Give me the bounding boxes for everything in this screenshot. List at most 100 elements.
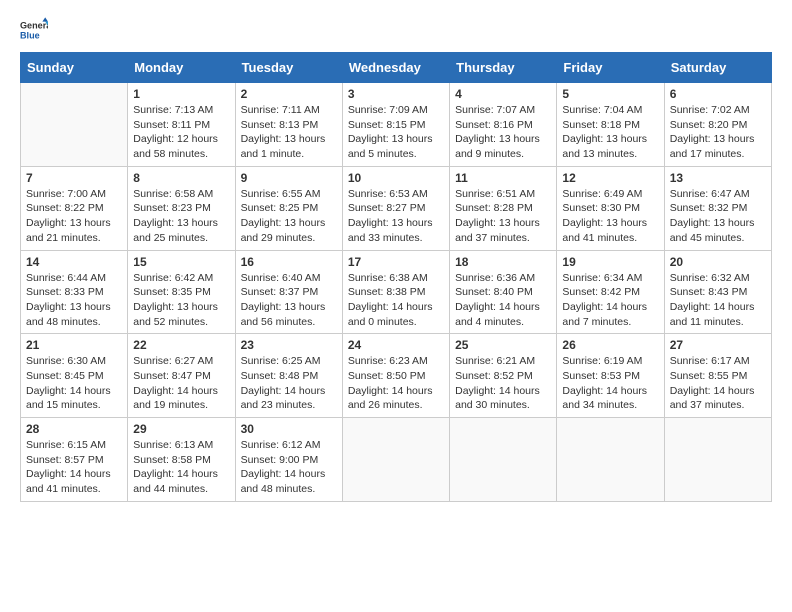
day-number: 11 — [455, 171, 551, 185]
day-number: 2 — [241, 87, 337, 101]
col-header-friday: Friday — [557, 53, 664, 83]
day-cell: 4 Sunrise: 7:07 AMSunset: 8:16 PMDaylight… — [450, 83, 557, 167]
day-number: 12 — [562, 171, 658, 185]
day-number: 3 — [348, 87, 444, 101]
day-info: Sunrise: 6:34 AMSunset: 8:42 PMDaylight:… — [562, 271, 658, 330]
day-cell: 23Sunrise: 6:25 AMSunset: 8:48 PMDayligh… — [235, 334, 342, 418]
day-cell: 25 Sunrise: 6:21 AMSunset: 8:52 PMDayligh… — [450, 334, 557, 418]
day-cell: 11 Sunrise: 6:51 AMSunset: 8:28 PMDayligh… — [450, 166, 557, 250]
col-header-monday: Monday — [128, 53, 235, 83]
day-number: 1 — [133, 87, 229, 101]
day-cell: 7 Sunrise: 7:00 AMSunset: 8:22 PMDaylight… — [21, 166, 128, 250]
week-row-3: 14Sunrise: 6:44 AMSunset: 8:33 PMDayligh… — [21, 250, 772, 334]
day-number: 30 — [241, 422, 337, 436]
day-info: Sunrise: 7:07 AMSunset: 8:16 PMDaylight:… — [455, 103, 551, 162]
day-cell: 9 Sunrise: 6:55 AMSunset: 8:25 PMDaylight… — [235, 166, 342, 250]
day-info: Sunrise: 6:55 AMSunset: 8:25 PMDaylight:… — [241, 187, 337, 246]
day-cell: 20 Sunrise: 6:32 AMSunset: 8:43 PMDayligh… — [664, 250, 771, 334]
day-number: 15 — [133, 255, 229, 269]
day-info: Sunrise: 6:44 AMSunset: 8:33 PMDaylight:… — [26, 271, 122, 330]
day-cell: 6 Sunrise: 7:02 AMSunset: 8:20 PMDaylight… — [664, 83, 771, 167]
day-cell: 15 Sunrise: 6:42 AMSunset: 8:35 PMDayligh… — [128, 250, 235, 334]
day-info: Sunrise: 7:09 AMSunset: 8:15 PMDaylight:… — [348, 103, 444, 162]
day-number: 4 — [455, 87, 551, 101]
day-cell — [664, 418, 771, 502]
day-cell: 10 Sunrise: 6:53 AMSunset: 8:27 PMDayligh… — [342, 166, 449, 250]
day-number: 17 — [348, 255, 444, 269]
day-info: Sunrise: 6:36 AMSunset: 8:40 PMDaylight:… — [455, 271, 551, 330]
day-number: 10 — [348, 171, 444, 185]
day-info: Sunrise: 6:51 AMSunset: 8:28 PMDaylight:… — [455, 187, 551, 246]
day-number: 5 — [562, 87, 658, 101]
day-info: Sunrise: 6:47 AMSunset: 8:32 PMDaylight:… — [670, 187, 766, 246]
day-number: 21 — [26, 338, 122, 352]
day-cell: 1 Sunrise: 7:13 AMSunset: 8:11 PMDaylight… — [128, 83, 235, 167]
day-number: 19 — [562, 255, 658, 269]
day-number: 25 — [455, 338, 551, 352]
day-number: 28 — [26, 422, 122, 436]
day-info: Sunrise: 6:19 AMSunset: 8:53 PMDaylight:… — [562, 354, 658, 413]
day-info: Sunrise: 6:40 AMSunset: 8:37 PMDaylight:… — [241, 271, 337, 330]
day-cell — [342, 418, 449, 502]
day-cell: 28Sunrise: 6:15 AMSunset: 8:57 PMDayligh… — [21, 418, 128, 502]
day-cell — [21, 83, 128, 167]
day-cell: 24Sunrise: 6:23 AMSunset: 8:50 PMDayligh… — [342, 334, 449, 418]
day-info: Sunrise: 6:17 AMSunset: 8:55 PMDaylight:… — [670, 354, 766, 413]
day-number: 16 — [241, 255, 337, 269]
day-info: Sunrise: 7:02 AMSunset: 8:20 PMDaylight:… — [670, 103, 766, 162]
day-cell — [557, 418, 664, 502]
header: General Blue — [20, 16, 772, 44]
day-cell: 2 Sunrise: 7:11 AMSunset: 8:13 PMDaylight… — [235, 83, 342, 167]
day-info: Sunrise: 7:13 AMSunset: 8:11 PMDaylight:… — [133, 103, 229, 162]
day-number: 26 — [562, 338, 658, 352]
week-row-2: 7 Sunrise: 7:00 AMSunset: 8:22 PMDaylight… — [21, 166, 772, 250]
day-cell: 26 Sunrise: 6:19 AMSunset: 8:53 PMDayligh… — [557, 334, 664, 418]
day-info: Sunrise: 6:58 AMSunset: 8:23 PMDaylight:… — [133, 187, 229, 246]
day-cell: 27 Sunrise: 6:17 AMSunset: 8:55 PMDayligh… — [664, 334, 771, 418]
day-number: 24 — [348, 338, 444, 352]
day-cell: 18Sunrise: 6:36 AMSunset: 8:40 PMDayligh… — [450, 250, 557, 334]
col-header-tuesday: Tuesday — [235, 53, 342, 83]
day-info: Sunrise: 6:12 AMSunset: 9:00 PMDaylight:… — [241, 438, 337, 497]
day-info: Sunrise: 6:53 AMSunset: 8:27 PMDaylight:… — [348, 187, 444, 246]
day-number: 20 — [670, 255, 766, 269]
logo: General Blue — [20, 16, 48, 44]
day-info: Sunrise: 6:42 AMSunset: 8:35 PMDaylight:… — [133, 271, 229, 330]
day-info: Sunrise: 7:00 AMSunset: 8:22 PMDaylight:… — [26, 187, 122, 246]
day-info: Sunrise: 7:04 AMSunset: 8:18 PMDaylight:… — [562, 103, 658, 162]
svg-text:General: General — [20, 21, 48, 31]
day-cell: 14Sunrise: 6:44 AMSunset: 8:33 PMDayligh… — [21, 250, 128, 334]
day-number: 23 — [241, 338, 337, 352]
day-cell — [450, 418, 557, 502]
day-number: 13 — [670, 171, 766, 185]
week-row-5: 28Sunrise: 6:15 AMSunset: 8:57 PMDayligh… — [21, 418, 772, 502]
day-number: 8 — [133, 171, 229, 185]
day-number: 9 — [241, 171, 337, 185]
day-info: Sunrise: 6:30 AMSunset: 8:45 PMDaylight:… — [26, 354, 122, 413]
day-number: 6 — [670, 87, 766, 101]
day-info: Sunrise: 7:11 AMSunset: 8:13 PMDaylight:… — [241, 103, 337, 162]
col-header-thursday: Thursday — [450, 53, 557, 83]
day-info: Sunrise: 6:13 AMSunset: 8:58 PMDaylight:… — [133, 438, 229, 497]
day-number: 29 — [133, 422, 229, 436]
col-header-sunday: Sunday — [21, 53, 128, 83]
day-number: 22 — [133, 338, 229, 352]
day-cell: 21 Sunrise: 6:30 AMSunset: 8:45 PMDayligh… — [21, 334, 128, 418]
day-cell: 29 Sunrise: 6:13 AMSunset: 8:58 PMDayligh… — [128, 418, 235, 502]
week-row-4: 21 Sunrise: 6:30 AMSunset: 8:45 PMDayligh… — [21, 334, 772, 418]
day-info: Sunrise: 6:32 AMSunset: 8:43 PMDaylight:… — [670, 271, 766, 330]
day-number: 7 — [26, 171, 122, 185]
logo-icon: General Blue — [20, 16, 48, 44]
col-header-saturday: Saturday — [664, 53, 771, 83]
header-row: SundayMondayTuesdayWednesdayThursdayFrid… — [21, 53, 772, 83]
day-cell: 8 Sunrise: 6:58 AMSunset: 8:23 PMDaylight… — [128, 166, 235, 250]
day-cell: 30 Sunrise: 6:12 AMSunset: 9:00 PMDayligh… — [235, 418, 342, 502]
day-info: Sunrise: 6:38 AMSunset: 8:38 PMDaylight:… — [348, 271, 444, 330]
col-header-wednesday: Wednesday — [342, 53, 449, 83]
day-cell: 16 Sunrise: 6:40 AMSunset: 8:37 PMDayligh… — [235, 250, 342, 334]
day-info: Sunrise: 6:21 AMSunset: 8:52 PMDaylight:… — [455, 354, 551, 413]
day-cell: 12Sunrise: 6:49 AMSunset: 8:30 PMDayligh… — [557, 166, 664, 250]
day-info: Sunrise: 6:27 AMSunset: 8:47 PMDaylight:… — [133, 354, 229, 413]
svg-text:Blue: Blue — [20, 30, 40, 40]
day-number: 27 — [670, 338, 766, 352]
